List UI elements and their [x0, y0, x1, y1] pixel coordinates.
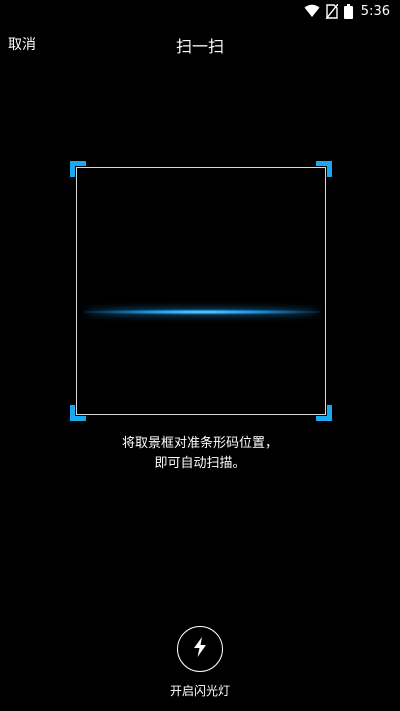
no-sim-icon	[325, 3, 338, 19]
scan-hint: 将取景框对准条形码位置， 即可自动扫描。	[0, 434, 400, 474]
wifi-icon	[304, 4, 320, 18]
status-icons: 5:36	[304, 2, 390, 20]
scan-frame	[76, 167, 326, 415]
scan-frame-corner-bottom-right	[316, 405, 332, 421]
flashlight-button[interactable]	[177, 626, 223, 672]
flash-icon	[193, 637, 207, 661]
scanner-screen: 5:36 取消 扫一扫 将取景框对准条形码位置， 即可自动扫描。 开启闪光灯	[0, 0, 400, 711]
scan-hint-line-2: 即可自动扫描。	[154, 456, 246, 471]
scan-frame-corner-bottom-left	[70, 405, 86, 421]
header-bar: 取消 扫一扫	[0, 22, 400, 66]
battery-icon	[343, 3, 353, 19]
scan-frame-corner-top-left	[70, 161, 86, 177]
scan-hint-line-1: 将取景框对准条形码位置，	[121, 436, 278, 451]
scan-line	[84, 309, 320, 315]
scan-frame-corner-top-right	[316, 161, 332, 177]
status-bar: 5:36	[0, 0, 400, 22]
flashlight-label: 开启闪光灯	[169, 684, 230, 698]
status-time: 5:36	[360, 3, 390, 19]
page-title: 扫一扫	[175, 37, 224, 56]
